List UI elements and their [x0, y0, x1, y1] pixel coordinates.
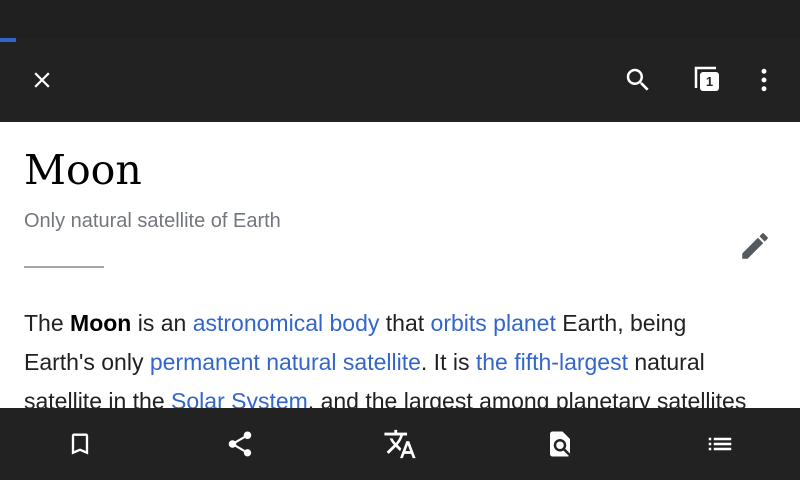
paragraph-text: natural: [628, 349, 705, 375]
paragraph-text: that: [379, 310, 431, 336]
tabs-button[interactable]: 1: [692, 64, 728, 100]
close-icon: [34, 72, 50, 88]
share-icon: [228, 431, 252, 457]
paragraph-line: The Moon is an astronomical body that or…: [24, 304, 794, 343]
more-options-button[interactable]: [744, 58, 784, 102]
paragraph-line: satellite in the Solar System, and the l…: [24, 382, 794, 408]
find-in-page-icon: [550, 431, 570, 457]
article-title: Moon: [24, 146, 142, 194]
article-link[interactable]: permanent natural satellite: [150, 349, 421, 375]
bold-term: Moon: [70, 310, 132, 336]
top-toolbar: 1: [0, 38, 800, 122]
paragraph-text: satellite in the: [24, 388, 172, 408]
contents-list-icon: [708, 437, 732, 451]
save-bookmark-button[interactable]: [0, 408, 160, 480]
tabs-count-badge: 1: [700, 72, 719, 91]
paragraph-text: . It is: [420, 349, 476, 375]
find-in-page-button[interactable]: [480, 408, 640, 480]
close-button[interactable]: [20, 58, 64, 102]
status-bar: [0, 0, 800, 38]
paragraph-text: , and the largest among planetary satell…: [307, 388, 747, 408]
paragraph-line: Earth's only permanent natural satellite…: [24, 343, 794, 382]
search-icon: [626, 68, 649, 91]
bookmark-icon: [71, 433, 89, 455]
more-vert-icon: [761, 68, 767, 92]
table-of-contents-button[interactable]: [640, 408, 800, 480]
article-paragraph: The Moon is an astronomical body that or…: [24, 304, 794, 408]
pencil-icon: [742, 233, 768, 259]
language-button[interactable]: [320, 408, 480, 480]
paragraph-text: is an: [131, 310, 193, 336]
article-link[interactable]: orbits planet: [431, 310, 556, 336]
bottom-action-bar: [0, 408, 800, 480]
paragraph-text: Earth, being: [555, 310, 687, 336]
paragraph-text: Earth's only: [24, 349, 150, 375]
article-link[interactable]: Solar System: [171, 388, 308, 408]
article-description: Only natural satellite of Earth: [24, 210, 281, 232]
page-load-progress-bar: [0, 38, 16, 42]
paragraph-text: The: [24, 310, 71, 336]
article-content: Moon Only natural satellite of Earth The…: [0, 122, 800, 408]
translate-icon: [384, 429, 416, 459]
edit-button[interactable]: [734, 225, 776, 267]
share-button[interactable]: [160, 408, 320, 480]
title-divider: [24, 266, 104, 268]
search-button[interactable]: [616, 58, 660, 102]
article-link[interactable]: astronomical body: [193, 310, 380, 336]
article-link[interactable]: the fifth-largest: [476, 349, 628, 375]
